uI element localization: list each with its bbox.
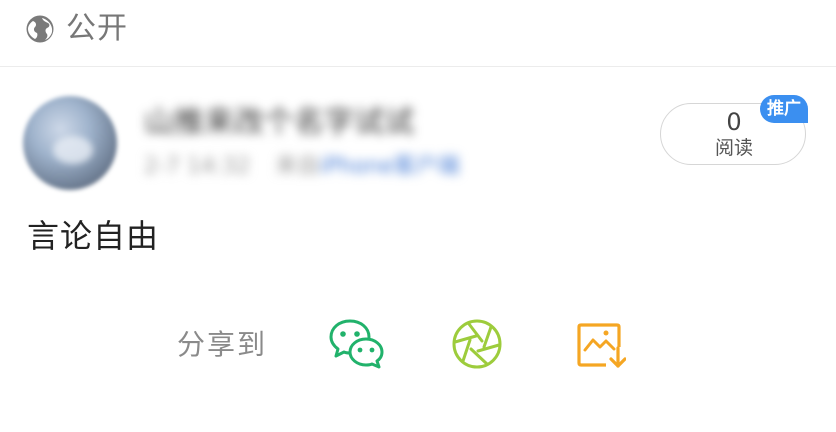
- post-time: 2-7 14:32: [144, 154, 251, 179]
- promote-badge[interactable]: 推广: [760, 95, 808, 123]
- avatar[interactable]: [23, 96, 117, 190]
- post-detail-page: 公开 山推来改个名字试试 2-7 14:32 来自iPhone客户端 0 阅读 …: [0, 0, 836, 432]
- author-name[interactable]: 山推来改个名字试试: [144, 104, 414, 142]
- visibility-bar[interactable]: 公开: [0, 0, 836, 67]
- globe-icon: [26, 15, 54, 43]
- save-image-icon[interactable]: [576, 321, 626, 369]
- wechat-icon[interactable]: [329, 318, 385, 370]
- share-label: 分享到: [177, 328, 268, 361]
- read-label: 阅读: [714, 137, 753, 159]
- visibility-label: 公开: [66, 11, 128, 46]
- post-content: 言论自由: [27, 217, 160, 255]
- moments-icon[interactable]: [451, 318, 503, 370]
- post-meta: 2-7 14:32 来自iPhone客户端: [144, 152, 460, 182]
- source-prefix: 来自: [275, 154, 320, 179]
- post-source[interactable]: iPhone客户端: [319, 154, 459, 179]
